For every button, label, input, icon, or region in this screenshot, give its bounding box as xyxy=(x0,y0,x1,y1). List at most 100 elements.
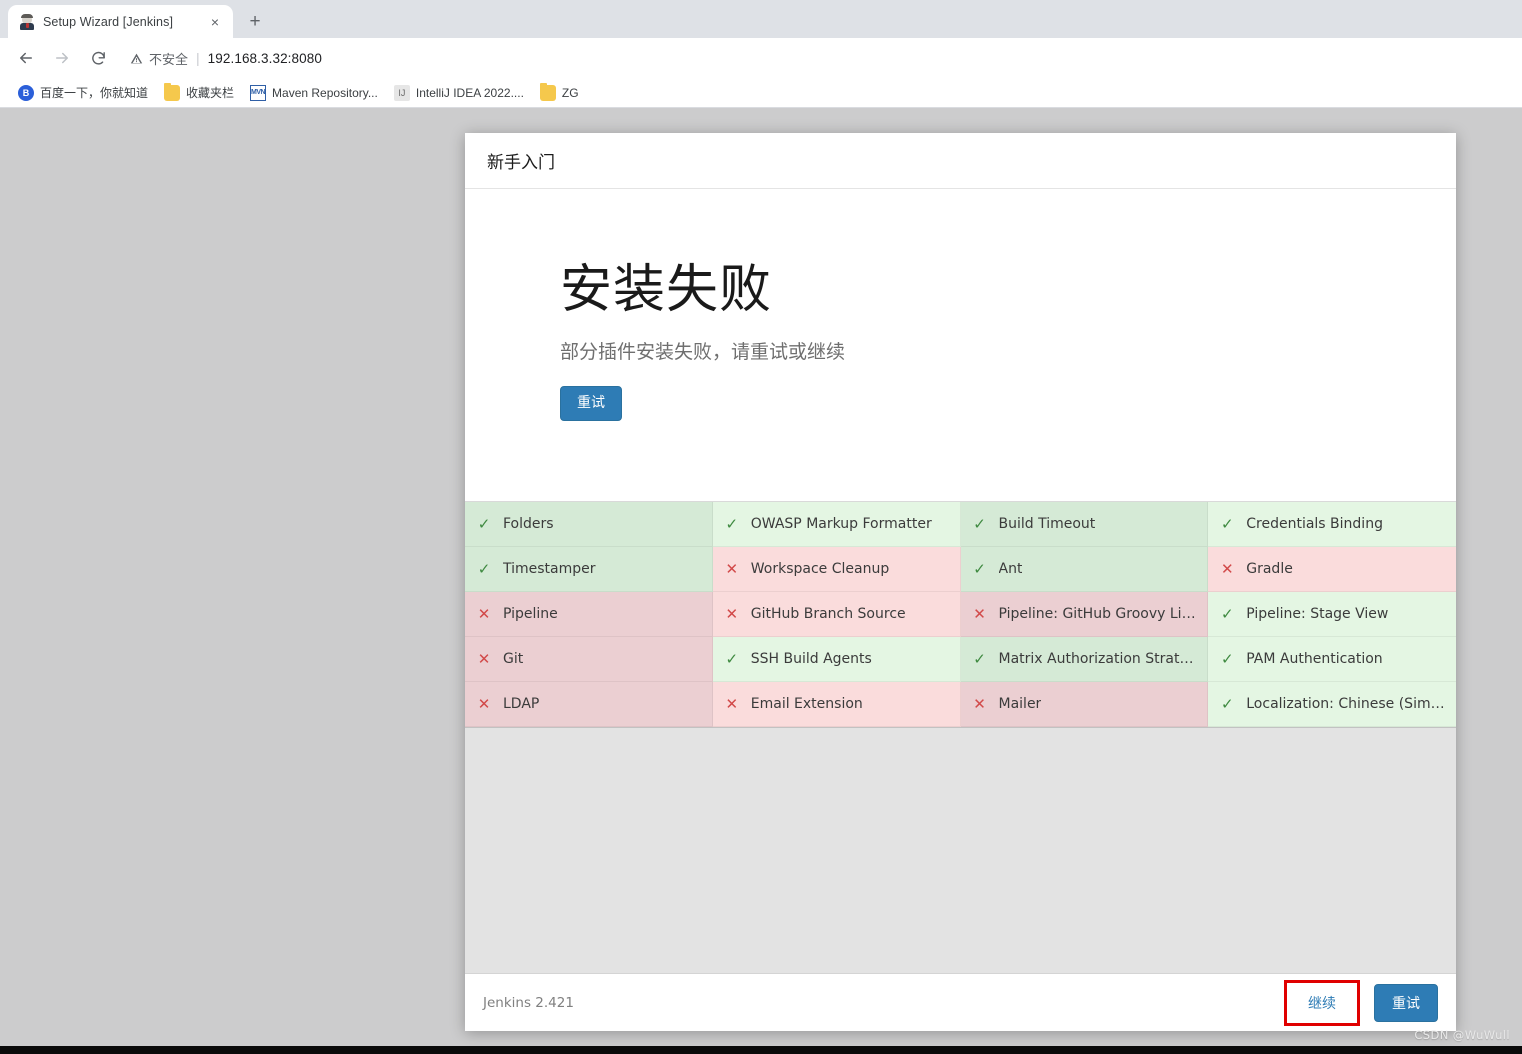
wizard-footer: Jenkins 2.421 继续 重试 xyxy=(465,973,1456,1031)
continue-highlight-box: 继续 xyxy=(1284,979,1360,1026)
url-text[interactable]: 192.168.3.32:8080 xyxy=(208,51,322,66)
reload-arrow-icon[interactable] xyxy=(82,42,114,74)
check-icon: ✓ xyxy=(725,649,739,668)
bookmark-label: 百度一下，你就知道 xyxy=(40,86,149,100)
failure-subheading: 部分插件安装失败，请重试或继续 xyxy=(560,340,846,363)
plugin-cell: ✕ Gradle xyxy=(1208,547,1456,592)
plugin-cell: ✓ Build Timeout xyxy=(960,502,1209,547)
plugin-cell: ✕ Mailer xyxy=(960,682,1209,727)
cross-icon: ✕ xyxy=(725,604,739,623)
footer-actions: 继续 重试 xyxy=(1284,979,1438,1026)
plugin-name: Matrix Authorization Strategy xyxy=(998,651,1198,667)
page-title: 新手入门 xyxy=(487,153,555,173)
omnibox-separator: | xyxy=(196,50,200,66)
bookmarks-bar: B 百度一下，你就知道 收藏夹栏 MVN Maven Repository...… xyxy=(0,78,1522,108)
address-bar[interactable]: 不安全 | 192.168.3.32:8080 xyxy=(124,44,1512,72)
forward-arrow-icon[interactable] xyxy=(46,42,78,74)
plugin-name: SSH Build Agents xyxy=(750,651,872,667)
bookmark-item[interactable]: IJ IntelliJ IDEA 2022.... xyxy=(386,82,532,104)
insecure-warning-icon xyxy=(130,52,143,65)
back-arrow-icon[interactable] xyxy=(10,42,42,74)
plugin-cell: ✓ Credentials Binding xyxy=(1208,502,1456,547)
plugin-cell: ✕ LDAP xyxy=(465,682,713,727)
plugin-name: Build Timeout xyxy=(998,516,1096,532)
plugin-cell: ✓ Timestamper xyxy=(465,547,713,592)
plugin-cell: ✕ Pipeline xyxy=(465,592,713,637)
tab-title: Setup Wizard [Jenkins] xyxy=(43,14,174,29)
retry-button-body[interactable]: 重试 xyxy=(560,385,622,421)
plugin-cell: ✕ Git xyxy=(465,637,713,682)
plugin-name: GitHub Branch Source xyxy=(750,606,906,622)
bookmark-label: IntelliJ IDEA 2022.... xyxy=(415,85,524,100)
plugin-cell: ✕ Email Extension xyxy=(712,682,961,727)
plugin-name: Ant xyxy=(998,561,1023,577)
plugin-cell: ✓ Ant xyxy=(960,547,1209,592)
plugin-name: OWASP Markup Formatter xyxy=(750,516,932,532)
plugin-name: Git xyxy=(503,651,524,667)
tab-strip: Setup Wizard [Jenkins] × + xyxy=(0,0,1522,38)
plugin-name: Workspace Cleanup xyxy=(750,561,890,577)
bookmark-item[interactable]: ZG xyxy=(532,82,587,104)
plugin-name: Pipeline xyxy=(503,606,558,622)
cross-icon: ✕ xyxy=(973,694,986,713)
plugin-name: Pipeline: Stage View xyxy=(1246,606,1389,622)
cross-icon: ✕ xyxy=(973,604,986,623)
folder-icon xyxy=(539,82,556,101)
plugin-cell: ✓ Matrix Authorization Strategy xyxy=(960,637,1209,682)
browser-window: Setup Wizard [Jenkins] × + 不安全 | 192.168… xyxy=(0,0,1522,1054)
plugin-cell: ✓ Localization: Chinese (Simplified) xyxy=(1208,682,1456,727)
cross-icon: ✕ xyxy=(477,649,491,668)
check-icon: ✓ xyxy=(1220,604,1234,623)
new-tab-button[interactable]: + xyxy=(241,7,269,35)
screen-bottom-bar xyxy=(0,1046,1522,1054)
jenkins-version-label: Jenkins 2.421 xyxy=(483,994,574,1011)
plugin-name: Mailer xyxy=(998,696,1042,712)
plugin-cell: ✕ Pipeline: GitHub Groovy Libraries xyxy=(960,592,1209,637)
plugin-name: LDAP xyxy=(503,696,540,712)
retry-button-footer[interactable]: 重试 xyxy=(1374,983,1438,1022)
plugin-cell: ✕ Workspace Cleanup xyxy=(712,547,961,592)
cross-icon: ✕ xyxy=(725,559,739,578)
plugin-cell: ✕ GitHub Branch Source xyxy=(712,592,961,637)
maven-icon: MVN xyxy=(250,84,267,101)
watermark: CSDN @WuWull xyxy=(1414,1028,1510,1042)
check-icon: ✓ xyxy=(973,514,986,533)
page-viewport: 新手入门 安装失败 部分插件安装失败，请重试或继续 重试 ✓ Folders ✓ OW… xyxy=(0,109,1522,1046)
bookmark-label: Maven Repository... xyxy=(272,85,378,100)
plugin-name: Folders xyxy=(503,516,554,532)
setup-wizard-dialog: 新手入门 安装失败 部分插件安装失败，请重试或继续 重试 ✓ Folders ✓ OW… xyxy=(465,133,1456,1031)
plugin-status-grid: ✓ Folders ✓ OWASP Markup Formatter ✓ Build Ti… xyxy=(465,501,1456,728)
grid-empty-space xyxy=(465,728,1456,973)
intellij-icon: IJ xyxy=(393,84,410,101)
wizard-body: 安装失败 部分插件安装失败，请重试或继续 重试 ✓ Folders ✓ OWASP M… xyxy=(465,189,1456,973)
plugin-name: Gradle xyxy=(1246,561,1293,577)
bookmark-item[interactable]: 收藏夹栏 xyxy=(156,81,242,104)
failure-heading: 安装失败 xyxy=(560,260,773,320)
continue-button[interactable]: 继续 xyxy=(1292,985,1352,1020)
bookmark-label: 收藏夹栏 xyxy=(186,86,235,100)
plugin-name: Credentials Binding xyxy=(1246,516,1383,532)
check-icon: ✓ xyxy=(1220,514,1234,533)
close-icon[interactable]: × xyxy=(205,12,225,32)
bookmark-item[interactable]: MVN Maven Repository... xyxy=(242,82,386,104)
check-icon: ✓ xyxy=(1220,694,1234,713)
security-label: 不安全 xyxy=(149,51,189,67)
check-icon: ✓ xyxy=(973,559,986,578)
cross-icon: ✕ xyxy=(1220,559,1234,578)
bookmark-label: ZG xyxy=(561,85,579,100)
browser-toolbar: 不安全 | 192.168.3.32:8080 xyxy=(0,38,1522,78)
cross-icon: ✕ xyxy=(477,604,491,623)
plugin-name: Email Extension xyxy=(750,696,863,712)
plugin-name: Pipeline: GitHub Groovy Libraries xyxy=(998,606,1198,622)
cross-icon: ✕ xyxy=(725,694,739,713)
check-icon: ✓ xyxy=(477,514,491,533)
jenkins-butler-icon xyxy=(19,13,35,30)
check-icon: ✓ xyxy=(725,514,739,533)
folder-icon xyxy=(164,82,181,101)
plugin-name: Localization: Chinese (Simplified) xyxy=(1246,696,1446,712)
plugin-cell: ✓ OWASP Markup Formatter xyxy=(712,502,961,547)
wizard-header: 新手入门 xyxy=(465,133,1456,189)
browser-tab[interactable]: Setup Wizard [Jenkins] × xyxy=(8,5,233,38)
plugin-name: PAM Authentication xyxy=(1246,651,1383,667)
bookmark-item[interactable]: B 百度一下，你就知道 xyxy=(10,81,156,104)
